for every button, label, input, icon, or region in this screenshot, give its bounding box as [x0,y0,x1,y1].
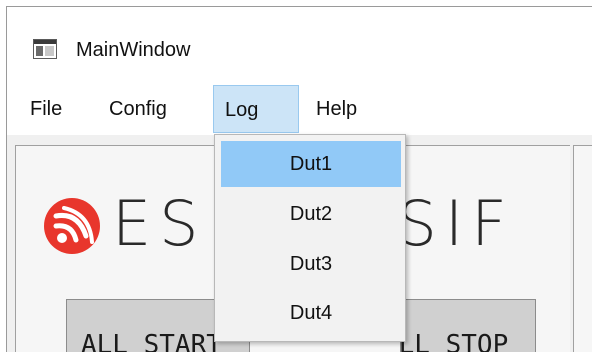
log-menu-item-dut3[interactable]: Dut3 [221,241,401,287]
menu-help[interactable]: Help [305,85,368,133]
menu-file[interactable]: File [19,85,73,133]
menu-log[interactable]: Log [213,85,299,133]
log-menu-item-dut2[interactable]: Dut2 [221,191,401,237]
all-stop-button[interactable]: ALL STOP [400,299,536,352]
menu-bar: File Config Log Help [7,85,592,135]
menu-config[interactable]: Config [98,85,178,133]
espressif-logo-icon [44,198,100,254]
right-panel [573,145,592,352]
log-menu-item-dut1[interactable]: Dut1 [221,141,401,187]
log-menu-item-dut4[interactable]: Dut4 [221,290,401,336]
title-bar: MainWindow [7,7,592,85]
app-window-icon [33,39,57,59]
window-title: MainWindow [76,39,191,61]
log-dropdown-menu: Dut1 Dut2 Dut3 Dut4 [214,134,406,342]
